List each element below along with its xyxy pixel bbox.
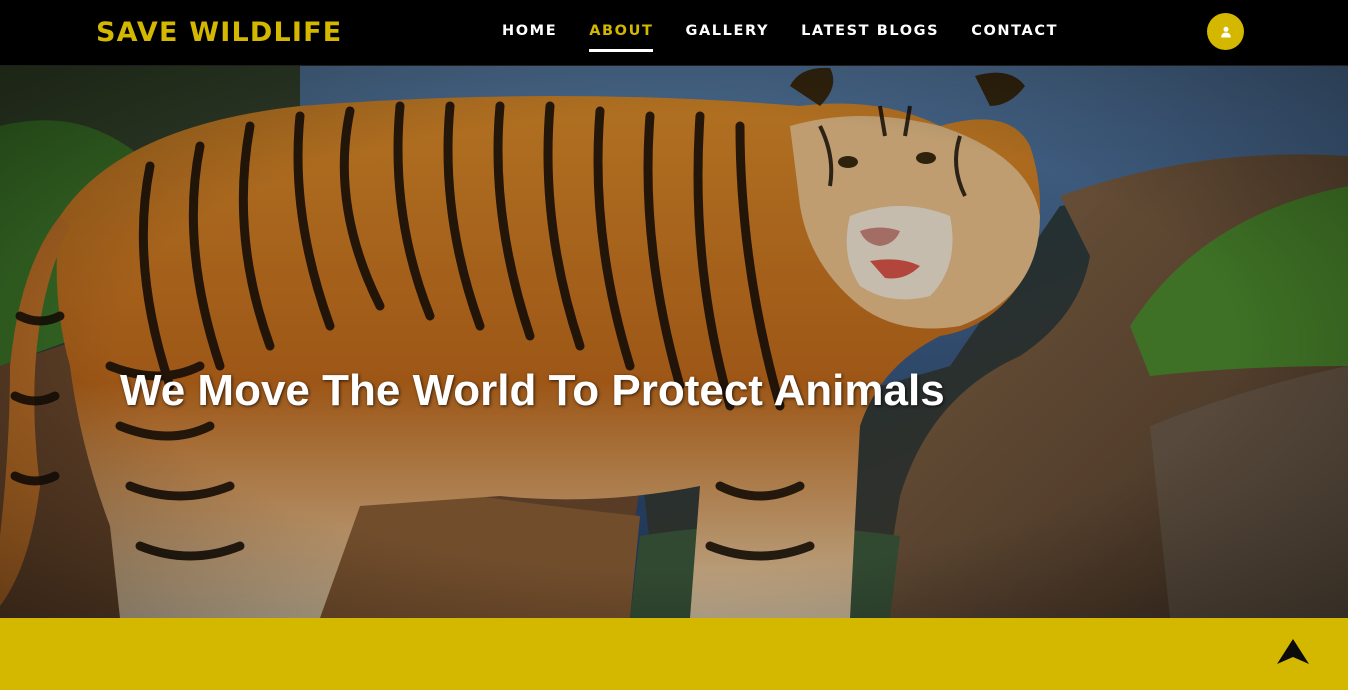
nav-item-contact[interactable]: CONTACT [971, 0, 1058, 66]
nav-item-latest-blogs[interactable]: LATEST BLOGS [801, 0, 939, 66]
nav-item-gallery[interactable]: GALLERY [685, 0, 769, 66]
site-logo[interactable]: SAVE WILDLIFE [96, 17, 342, 48]
nav-item-about[interactable]: ABOUT [589, 0, 654, 66]
hero-title: We Move The World To Protect Animals [120, 366, 945, 415]
navbar: SAVE WILDLIFE HOME ABOUT GALLERY LATEST … [0, 0, 1348, 66]
arrow-up-icon [1277, 639, 1309, 664]
user-account-button[interactable] [1207, 13, 1244, 50]
main-nav: HOME ABOUT GALLERY LATEST BLOGS CONTACT [502, 0, 1090, 66]
accent-band [0, 618, 1348, 690]
tiger-photo [0, 66, 1348, 618]
user-icon [1220, 26, 1231, 37]
hero-banner: We Move The World To Protect Animals [0, 66, 1348, 618]
scroll-to-top-button[interactable] [1274, 636, 1312, 668]
nav-item-home[interactable]: HOME [502, 0, 557, 66]
